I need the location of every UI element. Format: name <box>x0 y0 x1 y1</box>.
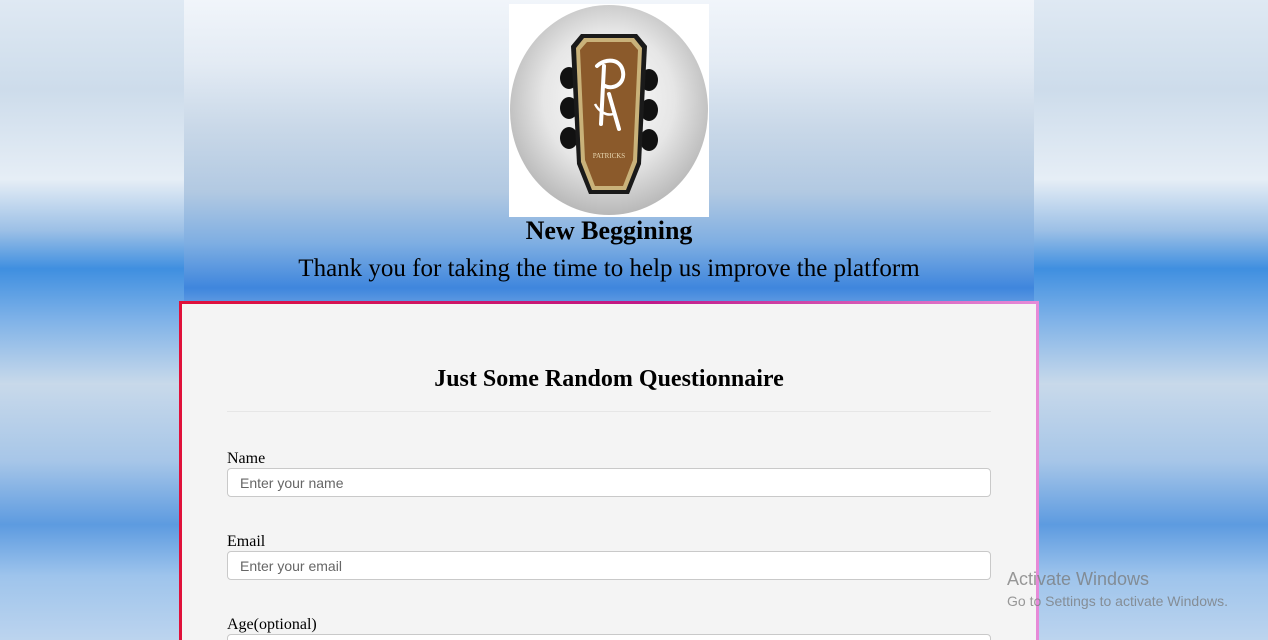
windows-activation-watermark: Activate Windows Go to Settings to activ… <box>1007 568 1228 612</box>
name-input[interactable] <box>227 468 991 497</box>
survey-form: Just Some Random Questionnaire Name Emai… <box>179 301 1039 640</box>
watermark-subtitle: Go to Settings to activate Windows. <box>1007 593 1228 609</box>
site-logo: PATRICKS <box>509 4 709 217</box>
form-title: Just Some Random Questionnaire <box>434 366 784 392</box>
site-subtitle: Thank you for taking the time to help us… <box>298 255 920 282</box>
guitar-headstock-logo-icon: PATRICKS <box>510 5 708 215</box>
email-label: Email <box>227 533 266 550</box>
name-field-group: Name <box>227 450 991 497</box>
watermark-title: Activate Windows <box>1007 569 1150 589</box>
age-label: Age(optional) <box>227 616 317 633</box>
site-title: New Beggining <box>525 216 693 245</box>
email-field-group: Email <box>227 533 991 580</box>
name-label: Name <box>227 450 266 467</box>
age-field-group: Age(optional) <box>227 616 991 640</box>
age-input[interactable] <box>227 634 991 640</box>
email-input[interactable] <box>227 551 991 580</box>
title-divider <box>227 411 991 412</box>
logo-text: PATRICKS <box>593 152 626 160</box>
